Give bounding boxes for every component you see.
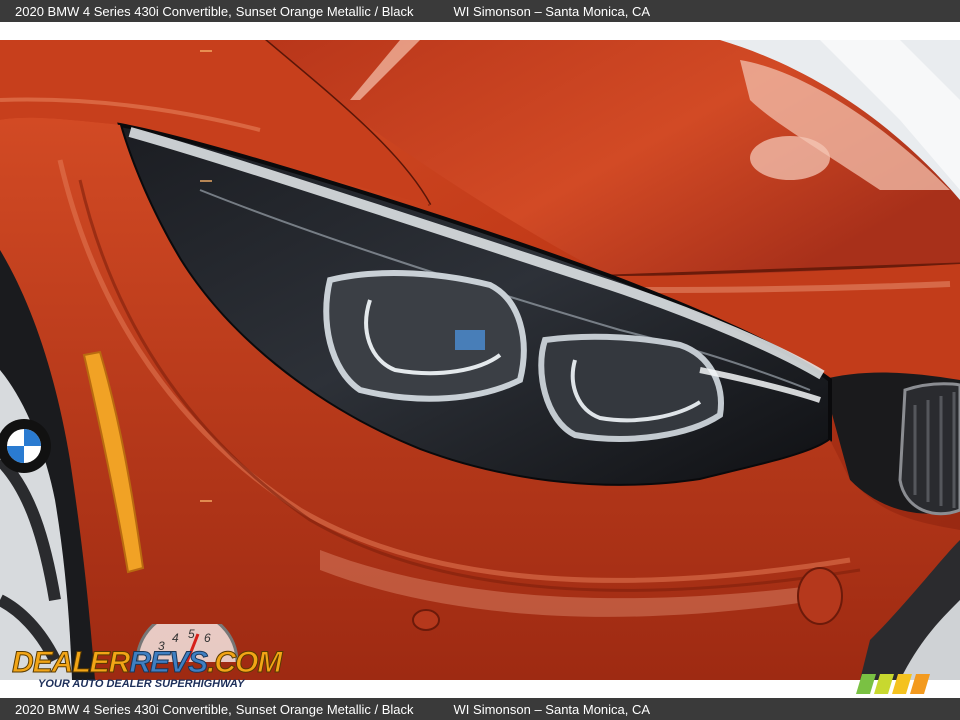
svg-text:6: 6 xyxy=(204,631,211,645)
logo-suffix: .COM xyxy=(207,646,283,680)
logo-prefix: DEALER xyxy=(11,646,130,680)
svg-text:4: 4 xyxy=(172,631,179,645)
caption-color: Sunset Orange Metallic / Black xyxy=(235,3,414,19)
caption-vehicle-bottom: 2020 BMW 4 Series 430i Convertible, xyxy=(15,701,232,717)
caption-bar-top: 2020 BMW 4 Series 430i Convertible, Suns… xyxy=(0,0,960,22)
dealerrevs-logo: DEALERREVS.COM xyxy=(11,646,283,680)
led-ring-outer xyxy=(323,270,527,402)
car-headlight-photo xyxy=(0,40,960,680)
logo-mid: REVS xyxy=(129,646,209,680)
caption-color-bottom: Sunset Orange Metallic / Black xyxy=(235,701,414,717)
tow-hook-cover xyxy=(797,567,843,625)
dealerrevs-tagline: YOUR AUTO DEALER SUPERHIGHWAY xyxy=(38,678,245,690)
parking-sensor-center xyxy=(412,609,440,631)
caption-dealer: WI Simonson – Santa Monica, CA xyxy=(453,3,651,19)
svg-text:5: 5 xyxy=(188,627,195,641)
caption-vehicle: 2020 BMW 4 Series 430i Convertible, xyxy=(15,3,232,19)
reflection-blue xyxy=(455,330,485,350)
kidney-grille xyxy=(898,382,960,516)
dealerrevs-watermark: 3 4 5 6 DEALERREVS.COM YOUR AUTO DEALER … xyxy=(10,622,283,694)
dealer-stripes-logo-icon xyxy=(856,674,930,694)
hood-reflection-spot xyxy=(750,136,830,180)
led-ring-inner xyxy=(538,333,724,442)
caption-dealer-bottom: WI Simonson – Santa Monica, CA xyxy=(453,701,651,717)
caption-bar-bottom: 2020 BMW 4 Series 430i Convertible, Suns… xyxy=(0,698,960,720)
photo-illustration xyxy=(0,40,960,680)
